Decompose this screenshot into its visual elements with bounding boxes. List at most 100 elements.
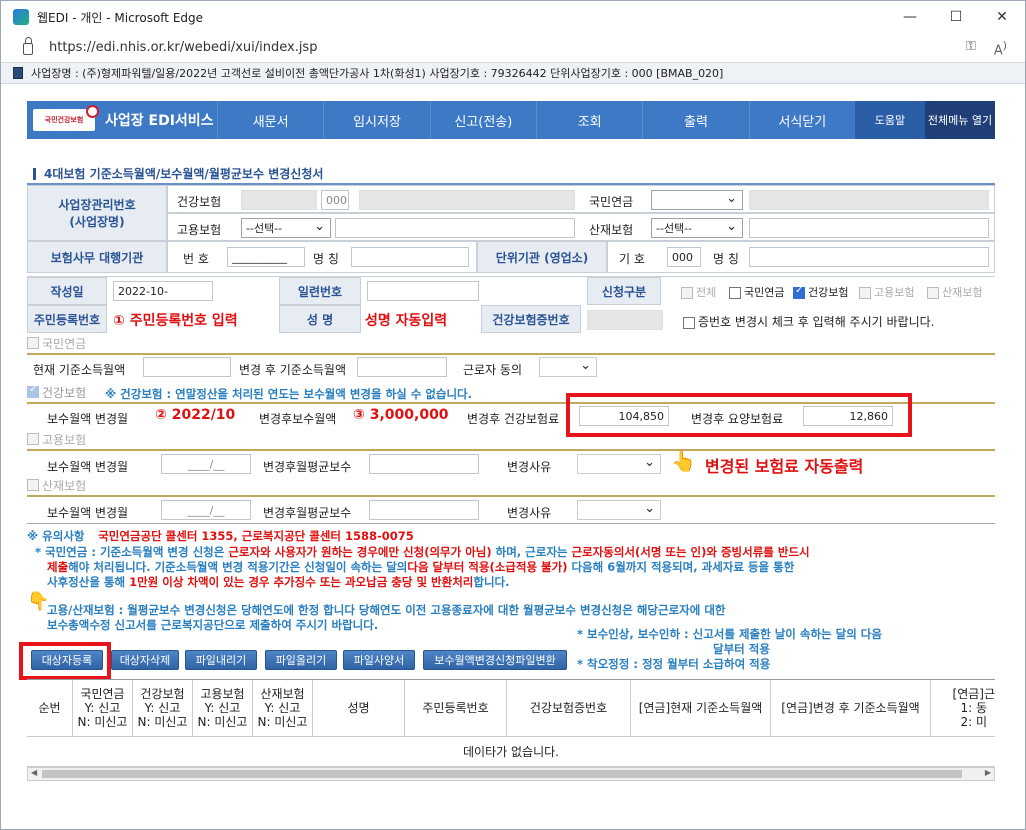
industrial-month-input[interactable]: ____/__ bbox=[161, 500, 251, 520]
scroll-right-icon[interactable]: ▶ bbox=[985, 768, 991, 777]
health-notice: ※ 건강보험 : 연말정산을 처리된 연도는 보수월액 변경을 하실 수 없습니… bbox=[105, 387, 473, 401]
employ-reason-select[interactable] bbox=[577, 454, 661, 474]
card-no-input[interactable] bbox=[587, 310, 663, 330]
date-input[interactable]: 2022-10- bbox=[113, 281, 213, 301]
name-note: 성명 자동입력 bbox=[365, 313, 448, 329]
pension-select[interactable] bbox=[651, 190, 743, 210]
col-health[interactable]: 건강보험 Y: 신고 N: 미신고 bbox=[133, 680, 193, 736]
apply-health-option[interactable]: 건강보험 bbox=[793, 284, 848, 300]
maximize-icon[interactable]: ☐ bbox=[933, 1, 979, 33]
health-month-label: 보수월액 변경월 bbox=[47, 412, 129, 426]
apply-health-checkbox[interactable] bbox=[793, 285, 805, 299]
apply-industrial-checkbox[interactable] bbox=[927, 287, 939, 299]
nav-close-form[interactable]: 서식닫기 bbox=[748, 101, 855, 139]
pension-agree-label: 근로자 동의 bbox=[463, 363, 523, 377]
nav-open-all-menu[interactable]: 전체메뉴 열기 bbox=[924, 101, 995, 139]
pension-after-label: 변경 후 기준소득월액 bbox=[239, 363, 346, 377]
industrial-avg-input[interactable] bbox=[369, 500, 479, 520]
employ-avg-input[interactable] bbox=[369, 454, 479, 474]
agency-name-input[interactable] bbox=[351, 247, 469, 267]
employ-month-input[interactable]: ____/__ bbox=[161, 454, 251, 474]
close-icon[interactable]: ✕ bbox=[979, 1, 1025, 33]
health-premium-label: 변경후 건강보험료 bbox=[467, 412, 560, 426]
health-no-input[interactable] bbox=[241, 190, 317, 210]
apply-pension-checkbox[interactable] bbox=[729, 287, 741, 299]
col-industrial[interactable]: 산재보험 Y: 신고 N: 미신고 bbox=[253, 680, 313, 736]
address-bar[interactable]: https://edi.nhis.or.kr/webedi/xui/index.… bbox=[1, 33, 1025, 61]
col-seq[interactable]: 순번 bbox=[27, 680, 73, 736]
industrial-no-input[interactable] bbox=[749, 218, 989, 238]
table-horizontal-scrollbar[interactable]: ◀ ▶ bbox=[27, 767, 995, 781]
apply-type-label: 신청구분 bbox=[587, 277, 661, 305]
apply-employ-checkbox[interactable] bbox=[859, 287, 871, 299]
app-icon bbox=[13, 9, 29, 25]
nav-new-doc[interactable]: 새문서 bbox=[217, 101, 323, 139]
industrial-select[interactable]: --선택-- bbox=[651, 218, 743, 238]
industrial-month-label: 보수월액 변경월 bbox=[47, 506, 129, 520]
agency-name-label: 명 칭 bbox=[313, 252, 339, 266]
pension-cur-input[interactable] bbox=[143, 357, 231, 377]
industrial-section-header[interactable]: 산재보험 bbox=[27, 475, 86, 495]
download-file-button[interactable]: 파일내리기 bbox=[185, 650, 257, 670]
minimize-icon[interactable]: — bbox=[887, 1, 933, 33]
pension-no-input[interactable] bbox=[749, 190, 989, 210]
health-code-input[interactable]: 000 bbox=[321, 190, 349, 210]
card-no-label: 건강보험증번호 bbox=[481, 305, 581, 333]
apply-pension-option[interactable]: 국민연금 bbox=[729, 284, 784, 300]
employ-select[interactable]: --선택-- bbox=[241, 218, 331, 238]
card-change-checkbox[interactable] bbox=[683, 316, 695, 329]
read-aloud-icon[interactable]: A) bbox=[994, 39, 1007, 58]
notice-title-line: ※ 유의사항 국민연금공단 콜센터 1355, 근로복지공단 콜센터 1588-… bbox=[27, 529, 414, 543]
auto-output-callout: 변경된 보험료 자동출력 bbox=[705, 457, 864, 476]
col-pension[interactable]: 국민연금 Y: 신고 N: 미신고 bbox=[73, 680, 133, 736]
rrn-note: ① 주민등록번호 입력 bbox=[113, 313, 238, 329]
scroll-left-icon[interactable]: ◀ bbox=[31, 768, 37, 777]
col-card-no[interactable]: 건강보험증번호 bbox=[507, 680, 631, 736]
serial-input[interactable] bbox=[367, 281, 479, 301]
nav-submit[interactable]: 신고(전송) bbox=[429, 101, 536, 139]
unit-name-input[interactable] bbox=[749, 247, 989, 267]
browser-window: 웹EDI - 개인 - Microsoft Edge — ☐ ✕ https:/… bbox=[0, 0, 1026, 830]
nav-help[interactable]: 도움말 bbox=[854, 101, 925, 139]
nav-inquiry[interactable]: 조회 bbox=[535, 101, 642, 139]
col-pension-cur[interactable]: [연금]현재 기준소득월액 bbox=[631, 680, 771, 736]
apply-all-option[interactable]: 전체 bbox=[681, 284, 716, 300]
industrial-reason-select[interactable] bbox=[577, 500, 661, 520]
logo[interactable]: 국민건강보험 사업장 EDI서비스 bbox=[27, 101, 217, 139]
serial-label: 일련번호 bbox=[279, 277, 361, 305]
unit-sign-input[interactable]: 000 bbox=[667, 247, 701, 267]
biz-no-label: 사업장관리번호 (사업장명) bbox=[27, 185, 167, 241]
col-pension-agree[interactable]: [연금]근 1: 동 2: 미 bbox=[931, 680, 995, 736]
nav-temp-save[interactable]: 임시저장 bbox=[323, 101, 429, 139]
health-month-note: ② 2022/10 bbox=[155, 407, 236, 423]
pension-agree-select[interactable] bbox=[539, 357, 597, 377]
nav-print[interactable]: 출력 bbox=[642, 101, 748, 139]
biz-name-input[interactable] bbox=[359, 190, 575, 210]
file-spec-button[interactable]: 파일사양서 bbox=[343, 650, 415, 670]
target-table-header: 순번 국민연금 Y: 신고 N: 미신고 건강보험 Y: 신고 N: 미신고 고… bbox=[27, 679, 995, 737]
health-section-header[interactable]: 건강보험 bbox=[27, 382, 86, 402]
url-text[interactable]: https://edi.nhis.or.kr/webedi/xui/index.… bbox=[49, 40, 317, 55]
delete-target-button[interactable]: 대상자삭제 bbox=[111, 650, 179, 670]
col-rrn[interactable]: 주민등록번호 bbox=[405, 680, 507, 736]
employ-month-label: 보수월액 변경월 bbox=[47, 460, 129, 474]
scroll-thumb[interactable] bbox=[42, 770, 962, 778]
col-employ[interactable]: 고용보험 Y: 신고 N: 미신고 bbox=[193, 680, 253, 736]
pension-section-header[interactable]: 국민연금 bbox=[27, 333, 86, 353]
apply-all-checkbox[interactable] bbox=[681, 287, 693, 299]
employ-no-input[interactable] bbox=[335, 218, 575, 238]
pension-label: 국민연금 bbox=[589, 195, 634, 209]
card-change-option[interactable]: 증번호 변경시 체크 후 입력해 주시기 바랍니다. bbox=[683, 313, 934, 330]
upload-file-button[interactable]: 파일올리기 bbox=[265, 650, 337, 670]
key-icon[interactable]: ⚿ bbox=[966, 39, 976, 58]
apply-industrial-option[interactable]: 산재보험 bbox=[927, 284, 982, 300]
agency-num-input[interactable]: __________ bbox=[227, 247, 305, 267]
pension-after-input[interactable] bbox=[357, 357, 447, 377]
lock-icon[interactable] bbox=[23, 37, 33, 55]
convert-file-button[interactable]: 보수월액변경신청파일변환 bbox=[423, 650, 567, 670]
employ-section-header[interactable]: 고용보험 bbox=[27, 429, 86, 449]
col-name[interactable]: 성명 bbox=[313, 680, 405, 736]
apply-employ-option[interactable]: 고용보험 bbox=[859, 284, 914, 300]
employ-avg-label: 변경후월평균보수 bbox=[263, 460, 352, 474]
col-pension-after[interactable]: [연금]변경 후 기준소득월액 bbox=[771, 680, 931, 736]
